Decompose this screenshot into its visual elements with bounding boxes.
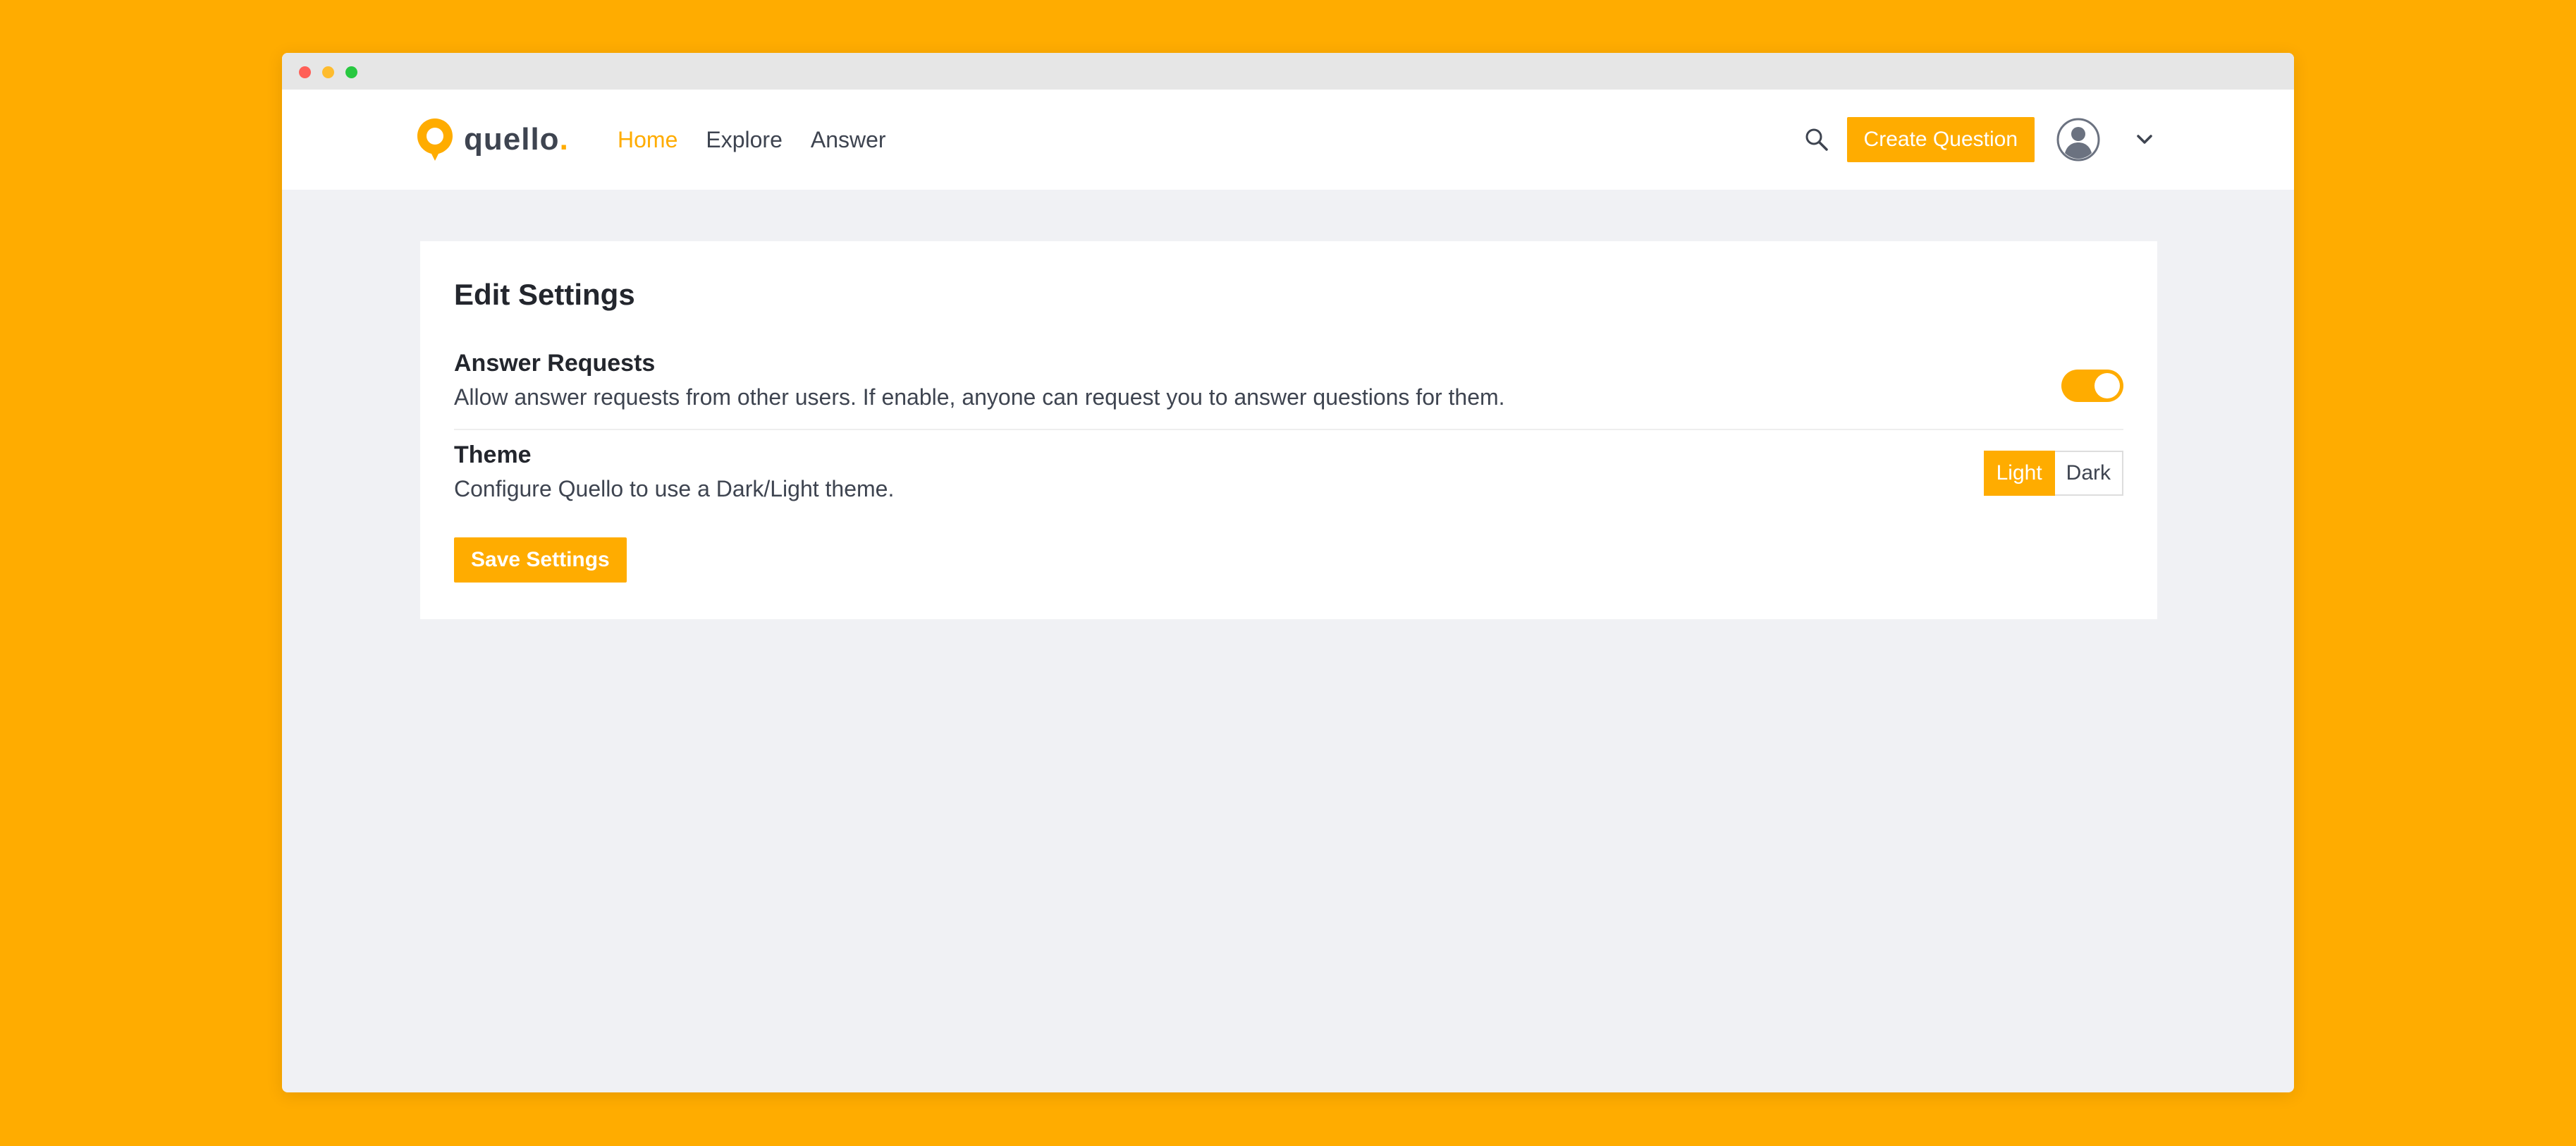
settings-title: Edit Settings [454,278,635,311]
theme-light-button[interactable]: Light [1983,451,2055,496]
toggle-knob [2094,373,2120,398]
browser-window: quello. Home Explore Answer Create Quest… [282,53,2294,1092]
brand-logo[interactable]: quello. [416,116,568,163]
create-question-button[interactable]: Create Question [1846,117,2035,162]
settings-card: Edit Settings Answer Requests Allow answ… [420,241,2157,619]
nav-links: Home Explore Answer [618,90,914,190]
location-pin-logo-icon [417,118,453,161]
close-window-button[interactable] [299,66,311,78]
maximize-window-button[interactable] [345,66,357,78]
answer-requests-setting: Answer Requests Allow answer requests fr… [454,350,1505,410]
top-navbar: quello. Home Explore Answer Create Quest… [282,90,2294,190]
user-avatar-icon[interactable] [2056,117,2101,162]
answer-requests-toggle[interactable] [2061,370,2123,402]
nav-link-explore[interactable]: Explore [706,127,783,153]
theme-toggle-group: Light Dark [1983,451,2123,496]
window-titlebar [282,53,2294,90]
minimize-window-button[interactable] [322,66,334,78]
search-icon[interactable] [1803,126,1830,153]
nav-link-home[interactable]: Home [618,127,677,153]
theme-description: Configure Quello to use a Dark/Light the… [454,476,895,501]
save-settings-button[interactable]: Save Settings [454,537,627,583]
theme-title: Theme [454,441,532,468]
chevron-down-icon[interactable] [2133,128,2156,151]
nav-right-actions: Create Question [1803,90,2156,190]
brand-dot: . [559,122,568,157]
brand-name: quello [464,122,560,157]
theme-setting: Theme Configure Quello to use a Dark/Lig… [454,441,894,502]
theme-dark-button[interactable]: Dark [2054,451,2123,496]
nav-link-answer[interactable]: Answer [811,127,886,153]
answer-requests-description: Allow answer requests from other users. … [454,384,1505,410]
answer-requests-title: Answer Requests [454,350,656,377]
settings-divider [454,429,2123,430]
